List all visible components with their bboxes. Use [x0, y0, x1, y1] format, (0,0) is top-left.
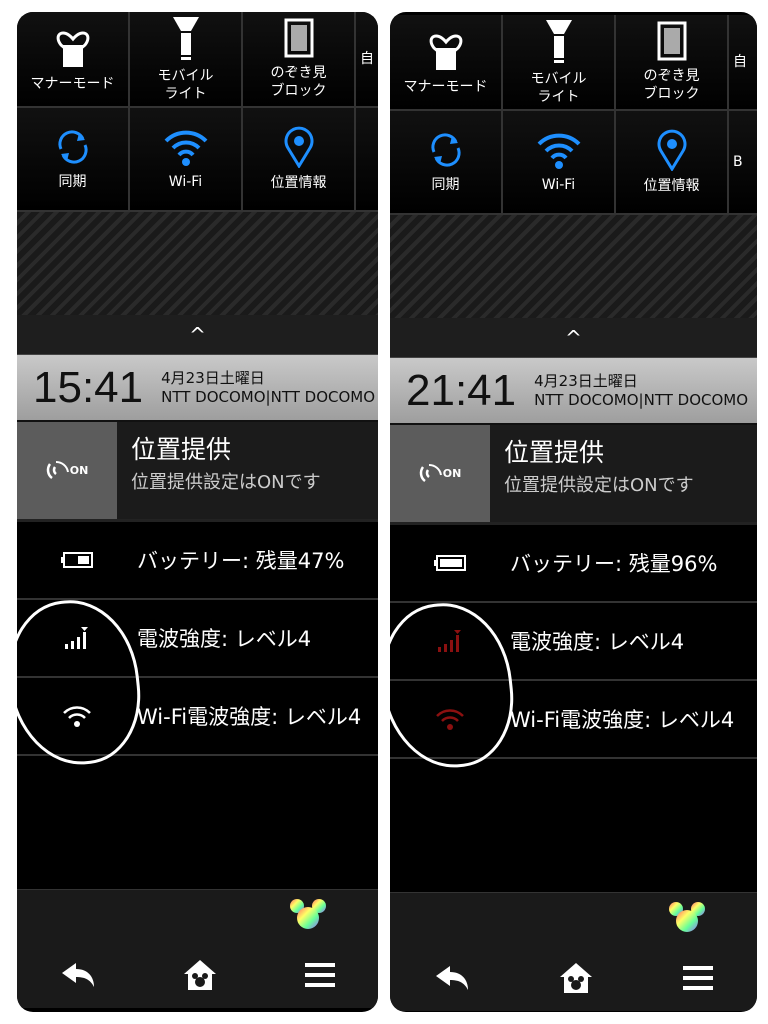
quick-setting-tile[interactable]: B [729, 111, 757, 213]
quick-setting-tile[interactable]: 位置情報 [243, 108, 356, 210]
quick-setting-tile[interactable]: 同期 [390, 111, 503, 213]
notification-title: 位置提供 [504, 438, 605, 467]
notification-subtitle: 位置提供設定はONです [504, 475, 694, 496]
empty-area [17, 756, 378, 889]
flashlight-icon [544, 18, 574, 70]
location-provide-icon: ON [390, 425, 490, 522]
quick-settings-row: 同期 Wi-Fi 位置情報 B [390, 111, 757, 215]
tile-label: モバイル ライト [157, 68, 214, 102]
location-pin-icon [284, 126, 314, 174]
striped-background [17, 212, 378, 315]
menu-button[interactable] [682, 964, 713, 996]
wifi-icon [163, 127, 209, 173]
tile-label: のぞき見 ブロック [643, 68, 700, 102]
clock-time: 15:41 [33, 362, 144, 412]
on-badge: ON [442, 467, 462, 480]
collapse-button[interactable]: ^ [17, 315, 378, 355]
sync-icon [426, 130, 466, 176]
back-button[interactable] [434, 964, 470, 996]
back-button[interactable] [60, 961, 96, 993]
chevron-up-icon: ^ [565, 325, 582, 350]
clock-header: 15:41 4月23日土曜日 NTT DOCOMO|NTT DOCOMO [17, 355, 378, 420]
location-notification[interactable]: ON 位置提供位置提供設定はONです [390, 423, 757, 525]
on-badge: ON [69, 464, 89, 477]
carrier-label: NTT DOCOMO|NTT DOCOMO [161, 387, 376, 406]
tile-label: 自 [733, 54, 747, 70]
quick-setting-tile[interactable]: モバイル ライト [130, 12, 243, 106]
tile-label: 同期 [58, 174, 87, 190]
striped-background [390, 215, 757, 318]
battery-icon [390, 554, 510, 572]
tile-label: B [733, 154, 743, 170]
location-provide-icon: ON [17, 422, 117, 519]
wifi-label: Wi-Fi電波強度: レベル4 [510, 708, 735, 732]
notification-title: 位置提供 [131, 435, 232, 464]
signal-label: 電波強度: レベル4 [510, 630, 685, 654]
quick-settings-row: 同期 Wi-Fi 位置情報 [17, 108, 378, 212]
wifi-label: Wi-Fi電波強度: レベル4 [137, 705, 362, 729]
tile-label: マナーモード [30, 76, 115, 92]
quick-setting-tile[interactable]: のぞき見 ブロック [616, 15, 729, 109]
status-bar [17, 889, 378, 936]
home-button[interactable] [182, 958, 218, 996]
notification-panel: マナーモード モバイル ライト のぞき見 ブロック自 同期 Wi-Fi 位置情報 B ^ … [390, 12, 757, 1012]
tile-label: 位置情報 [270, 175, 327, 191]
tile-label: モバイル ライト [530, 71, 587, 105]
quick-setting-tile[interactable] [356, 108, 378, 210]
quick-setting-tile[interactable]: マナーモード [390, 15, 503, 109]
date-label: 4月23日土曜日 [534, 371, 638, 390]
quick-settings-row: マナーモード モバイル ライト のぞき見 ブロック 自 [390, 15, 757, 111]
tile-label: 自 [360, 51, 374, 67]
flashlight-icon [171, 15, 201, 67]
rainbow-mickey-icon[interactable] [669, 901, 705, 933]
wifi-icon [536, 130, 582, 176]
battery-label: バッテリー: 残量96% [510, 552, 718, 576]
quick-setting-tile[interactable]: 位置情報 [616, 111, 729, 213]
notification-panel: マナーモード モバイル ライト のぞき見 ブロック 自 同期 Wi-Fi 位置情報 ^ 1… [17, 12, 378, 1012]
privacy-filter-icon [657, 21, 687, 67]
status-bar [390, 892, 757, 939]
collapse-button[interactable]: ^ [390, 318, 757, 358]
quick-settings-row: マナーモード モバイル ライト のぞき見 ブロック 自 [17, 12, 378, 108]
battery-item[interactable]: バッテリー: 残量47% [17, 522, 378, 600]
privacy-filter-icon [284, 18, 314, 64]
navigation-bar [390, 939, 757, 1011]
tile-label: Wi-Fi [168, 174, 203, 190]
battery-icon [17, 551, 137, 569]
menu-button[interactable] [304, 961, 335, 993]
clock-time: 21:41 [406, 365, 517, 415]
signal-label: 電波強度: レベル4 [137, 627, 312, 651]
rainbow-mickey-icon[interactable] [290, 898, 326, 930]
quick-setting-tile[interactable]: マナーモード [17, 12, 130, 106]
tile-label: 位置情報 [643, 178, 700, 194]
location-notification[interactable]: ON 位置提供位置提供設定はONです [17, 420, 378, 522]
chevron-up-icon: ^ [189, 322, 206, 347]
battery-label: バッテリー: 残量47% [137, 549, 345, 573]
quick-setting-tile[interactable]: Wi-Fi [130, 108, 243, 210]
notification-subtitle: 位置提供設定はONです [131, 472, 321, 493]
quick-setting-tile[interactable]: 自 [356, 12, 378, 106]
navigation-bar [17, 936, 378, 1008]
quick-setting-tile[interactable]: のぞき見 ブロック [243, 12, 356, 106]
quick-setting-tile[interactable]: 同期 [17, 108, 130, 210]
clock-header: 21:41 4月23日土曜日 NTT DOCOMO|NTT DOCOMO [390, 358, 757, 423]
empty-area [390, 759, 757, 892]
tile-label: マナーモード [403, 79, 488, 95]
home-button[interactable] [558, 961, 594, 999]
quick-setting-tile[interactable]: Wi-Fi [503, 111, 616, 213]
carrier-label: NTT DOCOMO|NTT DOCOMO [534, 390, 749, 409]
quick-setting-tile[interactable]: モバイル ライト [503, 15, 616, 109]
quick-setting-tile[interactable]: 自 [729, 15, 757, 109]
date-label: 4月23日土曜日 [161, 368, 265, 387]
location-pin-icon [657, 129, 687, 177]
tile-label: 同期 [431, 177, 460, 193]
heart-phone-icon [426, 28, 466, 78]
sync-icon [53, 127, 93, 173]
heart-phone-icon [53, 25, 93, 75]
tile-label: Wi-Fi [541, 177, 576, 193]
battery-item[interactable]: バッテリー: 残量96% [390, 525, 757, 603]
tile-label: のぞき見 ブロック [270, 65, 327, 99]
